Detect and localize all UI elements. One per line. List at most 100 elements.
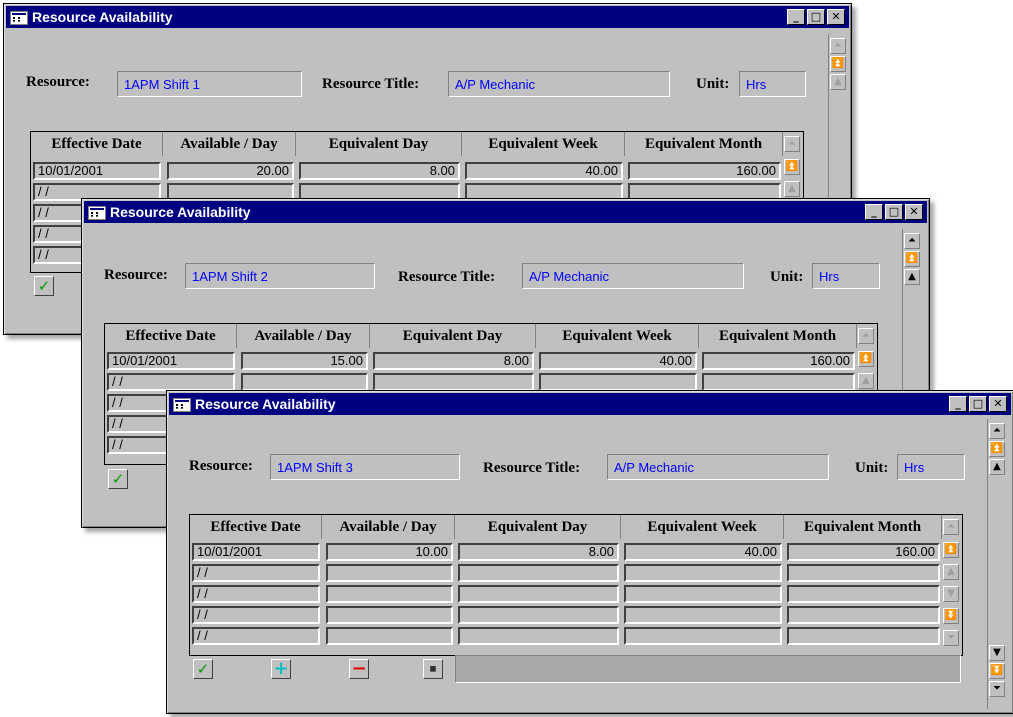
cell-equivalent-day[interactable] bbox=[458, 627, 619, 645]
availability-grid: Effective Date Available / Day Equivalen… bbox=[189, 514, 963, 656]
resource-field[interactable]: 1APM Shift 3 bbox=[270, 454, 460, 480]
cell-effective-date[interactable]: / / bbox=[192, 564, 320, 582]
cell-effective-date[interactable]: 10/01/2001 bbox=[33, 162, 161, 180]
grid-scroll-page-down-icon[interactable]: ⏬ bbox=[943, 608, 959, 624]
resource-title-label: Resource Title: bbox=[483, 460, 581, 476]
cell-effective-date[interactable]: 10/01/2001 bbox=[107, 352, 235, 370]
unit-field[interactable]: Hrs bbox=[739, 71, 806, 97]
window-icon bbox=[173, 398, 191, 412]
cell-available-per-day[interactable]: 15.00 bbox=[241, 352, 368, 370]
column-header-equivalent-month: Equivalent Month bbox=[784, 515, 942, 539]
scroll-up-icon[interactable]: ▲ bbox=[830, 74, 846, 90]
grid-scroll-down-icon[interactable]: ▼ bbox=[943, 586, 959, 602]
cell-equivalent-day[interactable] bbox=[373, 373, 534, 391]
cell-equivalent-day[interactable] bbox=[458, 564, 619, 582]
cell-equivalent-month[interactable] bbox=[787, 564, 940, 582]
window-scrollbar[interactable]: ⏶ ⏫ ▲ ▼ ⏬ ⏷ bbox=[987, 419, 1006, 709]
cell-effective-date[interactable]: 10/01/2001 bbox=[192, 543, 320, 561]
cell-available-per-day[interactable]: 20.00 bbox=[167, 162, 294, 180]
maximize-button[interactable]: □ bbox=[885, 204, 903, 220]
close-button[interactable]: ✕ bbox=[827, 9, 845, 25]
column-header-available-per-day: Available / Day bbox=[163, 132, 296, 156]
save-button[interactable]: ✓ bbox=[34, 276, 54, 296]
calculator-icon: ▦ bbox=[430, 664, 436, 674]
grid-scroll-top-icon[interactable]: ⏶ bbox=[784, 136, 800, 152]
resource-title-field[interactable]: A/P Mechanic bbox=[522, 263, 744, 289]
scroll-up-icon[interactable]: ▲ bbox=[989, 459, 1005, 475]
cell-equivalent-day[interactable]: 8.00 bbox=[458, 543, 619, 561]
grid-scroll-top-icon[interactable]: ⏶ bbox=[858, 328, 874, 344]
scroll-top-icon[interactable]: ⏶ bbox=[904, 233, 920, 249]
scroll-top-icon[interactable]: ⏶ bbox=[989, 423, 1005, 439]
scroll-up-icon[interactable]: ▲ bbox=[904, 269, 920, 285]
grid-scroll-up-icon[interactable]: ▲ bbox=[943, 564, 959, 580]
minimize-button[interactable]: _ bbox=[787, 9, 805, 25]
grid-scroll-up-icon[interactable]: ▲ bbox=[858, 373, 874, 389]
cell-available-per-day[interactable] bbox=[326, 585, 453, 603]
cell-equivalent-week[interactable]: 40.00 bbox=[624, 543, 782, 561]
add-row-button[interactable]: + bbox=[271, 659, 291, 679]
unit-field[interactable]: Hrs bbox=[812, 263, 880, 289]
save-button[interactable]: ✓ bbox=[193, 659, 213, 679]
maximize-button[interactable]: □ bbox=[969, 396, 987, 412]
resource-field[interactable]: 1APM Shift 1 bbox=[117, 71, 302, 97]
cell-effective-date[interactable]: / / bbox=[192, 627, 320, 645]
cell-equivalent-week[interactable]: 40.00 bbox=[465, 162, 623, 180]
cell-available-per-day[interactable] bbox=[326, 564, 453, 582]
cell-equivalent-day[interactable]: 8.00 bbox=[373, 352, 534, 370]
close-button[interactable]: ✕ bbox=[989, 396, 1007, 412]
scroll-down-icon[interactable]: ▼ bbox=[989, 645, 1005, 661]
save-button[interactable]: ✓ bbox=[108, 469, 128, 489]
scroll-page-down-icon[interactable]: ⏬ bbox=[989, 663, 1005, 679]
cell-equivalent-month[interactable] bbox=[787, 606, 940, 624]
cell-equivalent-month[interactable] bbox=[787, 585, 940, 603]
cell-available-per-day[interactable] bbox=[241, 373, 368, 391]
cell-equivalent-week[interactable] bbox=[624, 585, 782, 603]
grid-scroll-page-up-icon[interactable]: ⏫ bbox=[858, 351, 874, 367]
cell-equivalent-week[interactable] bbox=[624, 606, 782, 624]
grid-scroll-up-icon[interactable]: ▲ bbox=[784, 181, 800, 197]
title-bar[interactable]: Resource Availability _ □ ✕ bbox=[84, 201, 927, 223]
maximize-button[interactable]: □ bbox=[807, 9, 825, 25]
calculate-button[interactable]: ▦ bbox=[423, 659, 443, 679]
cell-effective-date[interactable]: / / bbox=[192, 606, 320, 624]
scroll-page-up-icon[interactable]: ⏫ bbox=[989, 441, 1005, 457]
delete-row-button[interactable]: − bbox=[349, 659, 369, 679]
cell-available-per-day[interactable]: 10.00 bbox=[326, 543, 453, 561]
grid-scroll-top-icon[interactable]: ⏶ bbox=[943, 519, 959, 535]
resource-field[interactable]: 1APM Shift 2 bbox=[185, 263, 375, 289]
minimize-button[interactable]: _ bbox=[949, 396, 967, 412]
cell-equivalent-month[interactable] bbox=[787, 627, 940, 645]
cell-equivalent-day[interactable] bbox=[458, 606, 619, 624]
cell-effective-date[interactable]: / / bbox=[107, 373, 235, 391]
cell-equivalent-month[interactable]: 160.00 bbox=[787, 543, 940, 561]
grid-scroll-page-up-icon[interactable]: ⏫ bbox=[943, 542, 959, 558]
scroll-bottom-icon[interactable]: ⏷ bbox=[989, 681, 1005, 697]
cell-effective-date[interactable]: / / bbox=[192, 585, 320, 603]
scroll-top-icon[interactable]: ⏶ bbox=[830, 38, 846, 54]
grid-scroll-bottom-icon[interactable]: ⏷ bbox=[943, 630, 959, 646]
cell-equivalent-month[interactable]: 160.00 bbox=[628, 162, 781, 180]
title-bar[interactable]: Resource Availability _ □ ✕ bbox=[169, 393, 1011, 415]
resource-title-field[interactable]: A/P Mechanic bbox=[607, 454, 829, 480]
cell-equivalent-day[interactable]: 8.00 bbox=[299, 162, 460, 180]
cell-equivalent-day[interactable] bbox=[458, 585, 619, 603]
cell-equivalent-week[interactable]: 40.00 bbox=[539, 352, 697, 370]
grid-scroll-page-up-icon[interactable]: ⏫ bbox=[784, 159, 800, 175]
unit-field[interactable]: Hrs bbox=[897, 454, 965, 480]
scroll-page-up-icon[interactable]: ⏫ bbox=[904, 251, 920, 267]
cell-equivalent-week[interactable] bbox=[539, 373, 697, 391]
close-button[interactable]: ✕ bbox=[905, 204, 923, 220]
column-header-available-per-day: Available / Day bbox=[237, 324, 370, 348]
cell-equivalent-week[interactable] bbox=[624, 627, 782, 645]
minimize-button[interactable]: _ bbox=[865, 204, 883, 220]
column-header-equivalent-month: Equivalent Month bbox=[625, 132, 783, 156]
cell-equivalent-month[interactable] bbox=[702, 373, 855, 391]
scroll-page-up-icon[interactable]: ⏫ bbox=[830, 56, 846, 72]
cell-equivalent-week[interactable] bbox=[624, 564, 782, 582]
title-bar[interactable]: Resource Availability _ □ ✕ bbox=[6, 6, 849, 28]
cell-available-per-day[interactable] bbox=[326, 606, 453, 624]
resource-title-field[interactable]: A/P Mechanic bbox=[448, 71, 670, 97]
cell-equivalent-month[interactable]: 160.00 bbox=[702, 352, 855, 370]
cell-available-per-day[interactable] bbox=[326, 627, 453, 645]
